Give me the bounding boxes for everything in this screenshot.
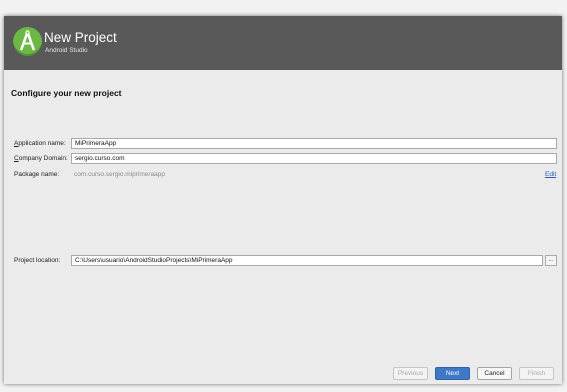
previous-button[interactable]: Previous — [393, 367, 428, 380]
company-domain-label: Company Domain: — [14, 155, 68, 162]
package-name-label: Package name: — [14, 171, 60, 178]
company-domain-input[interactable]: sergio.curso.com — [71, 153, 557, 164]
window-subtitle: Android Studio — [45, 47, 88, 54]
project-location-input[interactable]: C:\Users\usuario\AndroidStudioProjects\M… — [71, 255, 543, 266]
window-title: New Project — [44, 30, 117, 45]
finish-button[interactable]: Finish — [519, 367, 554, 380]
package-name-value: com.curso.sergio.miprimeraapp — [74, 171, 166, 178]
application-name-label-text: pplication name: — [18, 140, 66, 147]
header-banner: New Project Android Studio — [4, 16, 562, 70]
android-studio-logo-icon — [13, 27, 42, 56]
next-button[interactable]: Next — [435, 367, 470, 380]
page-heading: Configure your new project — [11, 88, 122, 98]
company-domain-label-text: ompany Domain: — [18, 155, 68, 162]
new-project-window: New Project Android Studio Configure you… — [4, 16, 562, 384]
application-name-label: Application name: — [14, 140, 66, 147]
application-name-input[interactable]: MiPrimeraApp — [71, 138, 557, 149]
edit-package-link[interactable]: Edit — [545, 171, 556, 178]
browse-location-button[interactable]: ... — [545, 255, 557, 266]
project-location-label: Project location: — [14, 257, 61, 264]
cancel-button[interactable]: Cancel — [477, 367, 512, 380]
